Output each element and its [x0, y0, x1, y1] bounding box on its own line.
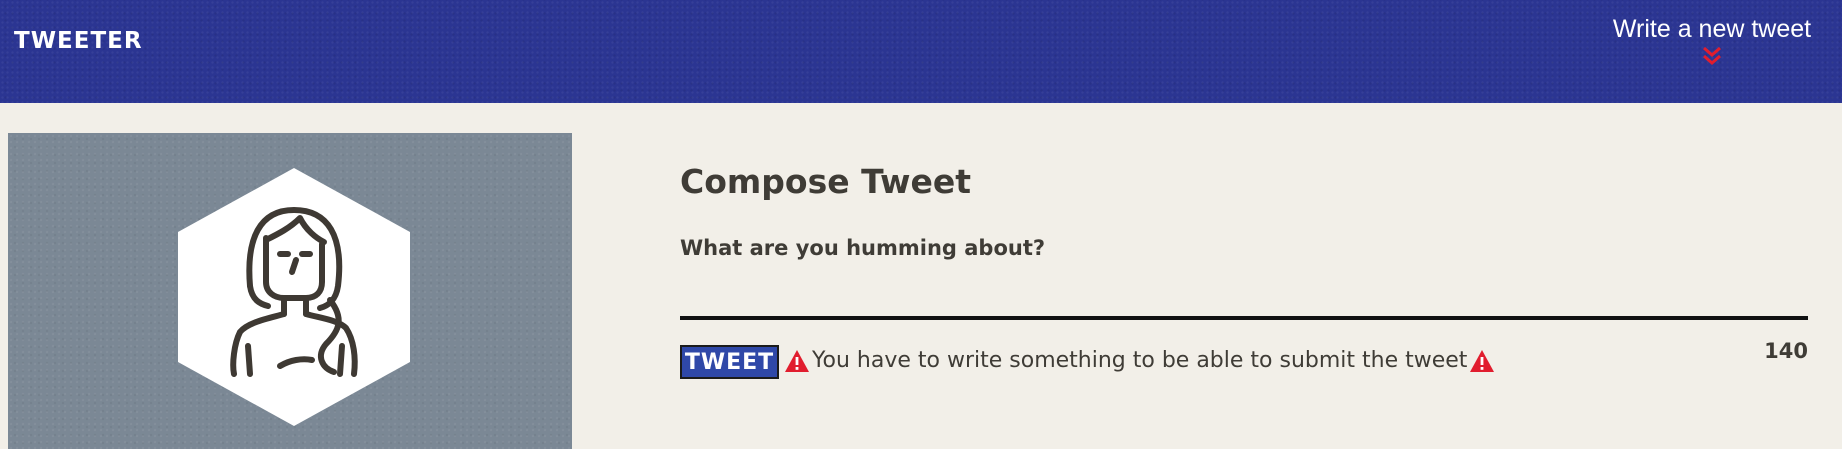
profile-panel: [8, 133, 572, 449]
compose-title: Compose Tweet: [680, 162, 971, 201]
double-chevron-down-icon[interactable]: [1699, 45, 1725, 67]
error-message: You have to write something to be able t…: [812, 348, 1468, 373]
warning-icon: [785, 349, 809, 372]
character-counter: 140: [1764, 339, 1808, 363]
woman-avatar-icon: [178, 168, 410, 426]
tweet-submit-button[interactable]: TWEET: [680, 345, 779, 379]
submit-row: TWEET You have to write something to be …: [680, 339, 1808, 379]
write-new-tweet-toggle[interactable]: Write a new tweet: [1602, 15, 1822, 67]
top-navbar: TWEETER Write a new tweet: [0, 0, 1842, 103]
tweet-text-input[interactable]: [680, 274, 1808, 320]
validation-error: You have to write something to be able t…: [784, 348, 1495, 373]
write-new-tweet-label[interactable]: Write a new tweet: [1602, 15, 1822, 44]
app-logo[interactable]: TWEETER: [14, 28, 143, 54]
compose-tweet-form: Compose Tweet What are you humming about…: [680, 150, 1808, 379]
tweet-prompt-label: What are you humming about?: [680, 236, 1046, 260]
warning-icon: [1470, 349, 1495, 372]
